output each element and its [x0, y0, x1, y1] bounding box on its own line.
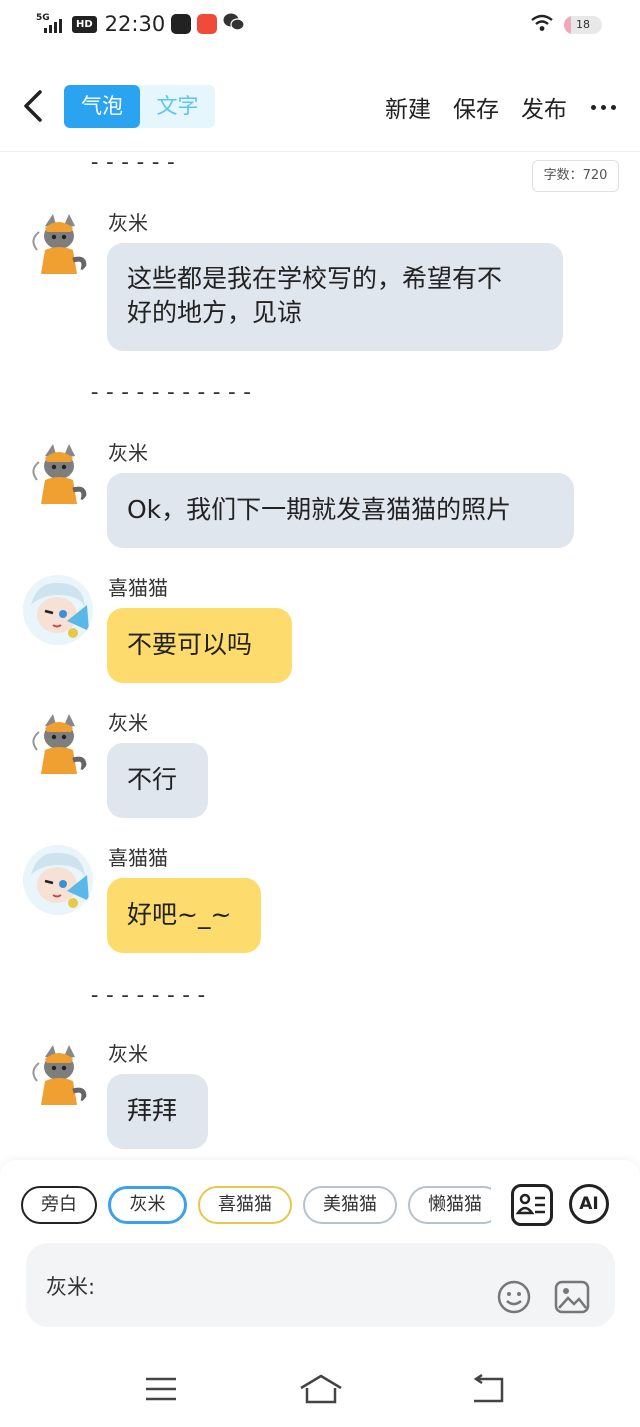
back-chevron-icon [24, 90, 42, 122]
sender-name: 喜猫猫 [108, 576, 168, 600]
avatar-ximaomao[interactable] [23, 845, 93, 915]
message-text: 不行 [127, 765, 178, 794]
ai-button[interactable]: AI [569, 1184, 609, 1224]
message-bubble[interactable]: 不要可以吗 [107, 608, 292, 683]
wechat-icon [223, 12, 245, 36]
message-text: 好的地方，见谅 [127, 298, 303, 327]
wifi-icon [530, 14, 554, 36]
mode-switch: 气泡 文字 [64, 85, 215, 128]
top-toolbar: 气泡 文字 新建 保存 发布 [0, 84, 640, 130]
signal-icon: 5G [36, 13, 66, 35]
character-chip-ximaomao[interactable]: 喜猫猫 [198, 1186, 292, 1224]
image-icon[interactable] [553, 1279, 591, 1315]
sender-name: 灰米 [108, 211, 148, 235]
more-dots-icon[interactable] [591, 104, 616, 110]
message-bubble[interactable]: 这些都是我在学校写的，希望有不 好的地方，见谅 [107, 243, 563, 351]
back-button[interactable] [20, 88, 46, 124]
home-icon[interactable] [299, 1374, 343, 1408]
word-count-badge: 字数：720 [532, 160, 619, 192]
message-text: 拜拜 [127, 1096, 178, 1125]
message-text: 这些都是我在学校写的，希望有不 [127, 264, 503, 293]
save-button[interactable]: 保存 [453, 90, 499, 124]
message-bubble[interactable]: 拜拜 [107, 1074, 208, 1149]
app-notification-icon [197, 14, 218, 34]
publish-button[interactable]: 发布 [521, 90, 567, 124]
new-button[interactable]: 新建 [385, 90, 431, 124]
text-divider: -------- [88, 983, 210, 1008]
sender-name: 灰米 [108, 711, 148, 735]
character-chip-narrator[interactable]: 旁白 [21, 1186, 97, 1224]
avatar-huimi[interactable] [23, 440, 93, 510]
message-bubble[interactable]: Ok，我们下一期就发喜猫猫的照片 [107, 473, 574, 548]
tiktok-icon [171, 14, 192, 34]
hd-badge: HD [72, 15, 97, 33]
menu-icon[interactable] [145, 1374, 177, 1408]
character-chip-huimi[interactable]: 灰米 [108, 1186, 187, 1224]
text-divider: ----------- [88, 380, 256, 405]
battery-indicator: 18 [564, 16, 602, 34]
message-input-value: 灰米: [46, 1275, 96, 1299]
character-chip-meimaomao[interactable]: 美猫猫 [303, 1186, 397, 1224]
message-text: 不要可以吗 [127, 630, 253, 659]
message-bubble[interactable]: 好吧~_~ [107, 878, 261, 953]
tab-text[interactable]: 文字 [140, 85, 215, 128]
return-icon[interactable] [472, 1373, 504, 1408]
avatar-huimi[interactable] [23, 1041, 93, 1111]
avatar-ximaomao[interactable] [23, 575, 93, 645]
character-selector: 旁白 灰米 喜猫猫 美猫猫 懒猫猫 [21, 1186, 491, 1224]
character-chip-lanmaomao[interactable]: 懒猫猫 [408, 1186, 491, 1224]
message-text: 好吧~_~ [127, 900, 232, 929]
message-bubble[interactable]: 不行 [107, 743, 208, 818]
character-card-icon[interactable] [511, 1184, 553, 1226]
emoji-icon[interactable] [496, 1279, 532, 1315]
tab-bubble[interactable]: 气泡 [64, 85, 140, 128]
sender-name: 灰米 [108, 441, 148, 465]
status-time: 22:30 [104, 12, 166, 36]
text-divider: ------ [88, 150, 180, 175]
sender-name: 喜猫猫 [108, 846, 168, 870]
message-text: Ok，我们下一期就发喜猫猫的照片 [127, 495, 512, 524]
avatar-huimi[interactable] [23, 710, 93, 780]
sender-name: 灰米 [108, 1042, 148, 1066]
avatar-huimi[interactable] [23, 210, 93, 280]
status-bar: 5G HD 22:30 18 [0, 0, 640, 48]
